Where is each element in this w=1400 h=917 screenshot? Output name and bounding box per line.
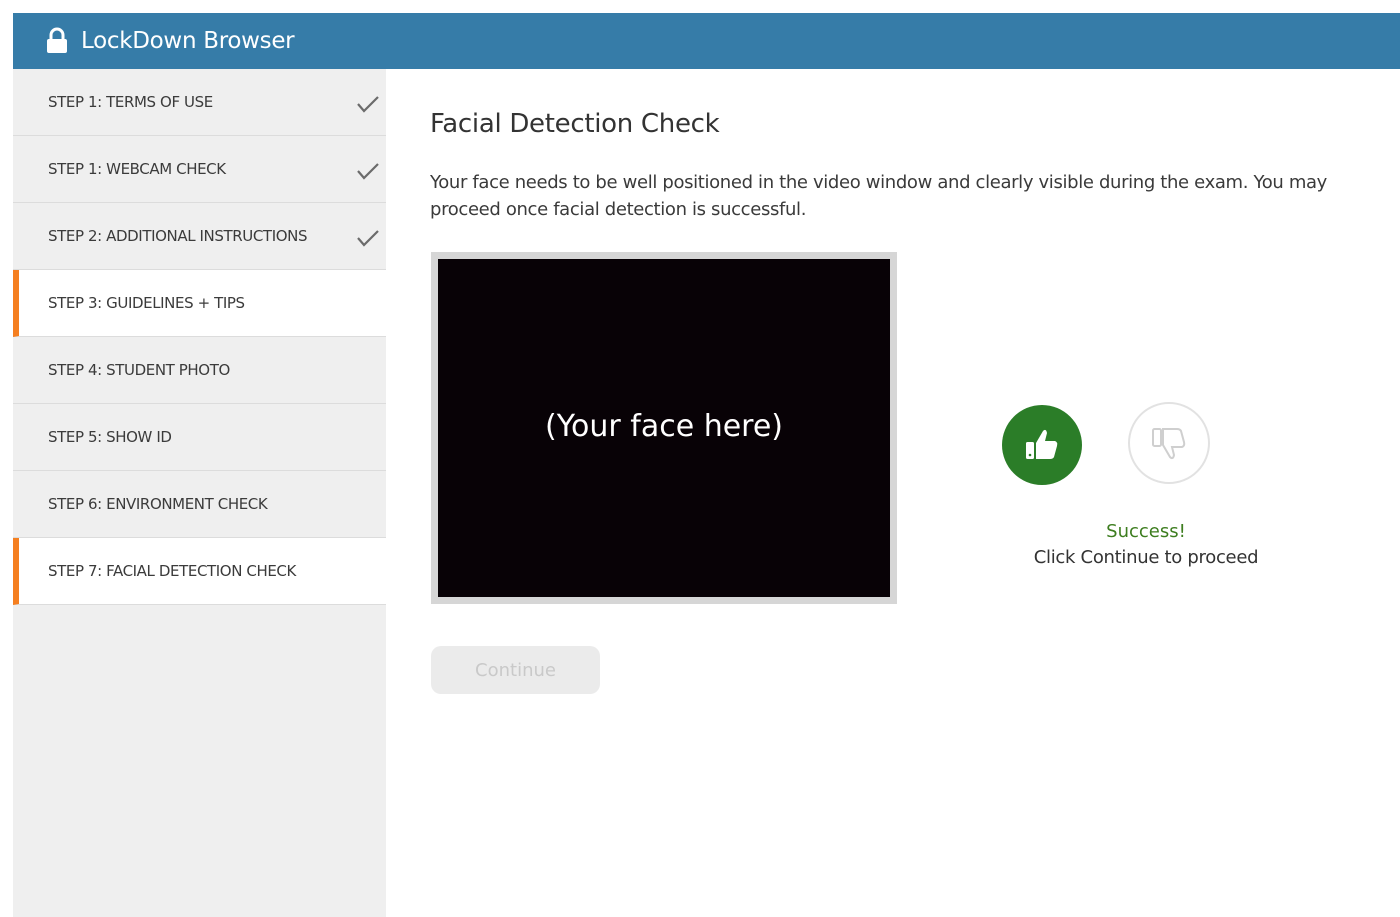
thumbs-up-button[interactable] xyxy=(1002,405,1082,485)
step-label: STEP 1: TERMS OF USE xyxy=(48,93,213,111)
sidebar-item-additional-instructions[interactable]: STEP 2: ADDITIONAL INSTRUCTIONS xyxy=(13,203,386,270)
step-label: STEP 1: WEBCAM CHECK xyxy=(48,160,226,178)
sidebar-item-show-id[interactable]: STEP 5: SHOW ID xyxy=(13,404,386,471)
webcam-video-frame: (Your face here) xyxy=(431,252,897,604)
webcam-video: (Your face here) xyxy=(438,259,890,597)
step-label: STEP 7: FACIAL DETECTION CHECK xyxy=(48,562,296,580)
continue-button[interactable]: Continue xyxy=(431,646,600,694)
main-content: Facial Detection Check Your face needs t… xyxy=(386,69,1400,917)
sidebar-item-terms-of-use[interactable]: STEP 1: TERMS OF USE xyxy=(13,69,386,136)
checkmark-icon xyxy=(357,230,379,247)
detection-status: Success! Click Continue to proceed xyxy=(1006,519,1286,571)
video-placeholder-text: (Your face here) xyxy=(544,408,784,444)
page-title: Facial Detection Check xyxy=(430,109,720,139)
thumbs-up-icon xyxy=(1026,429,1058,459)
app-title: LockDown Browser xyxy=(81,28,295,54)
step-label: STEP 5: SHOW ID xyxy=(48,428,172,446)
step-label: STEP 3: GUIDELINES + TIPS xyxy=(48,294,245,312)
lockdown-browser-window: LockDown Browser STEP 1: TERMS OF USE ST… xyxy=(13,13,1400,917)
thumbs-down-button[interactable] xyxy=(1128,402,1210,484)
status-message-text: Click Continue to proceed xyxy=(1033,547,1259,568)
sidebar-item-webcam-check[interactable]: STEP 1: WEBCAM CHECK xyxy=(13,136,386,203)
steps-sidebar: STEP 1: TERMS OF USE STEP 1: WEBCAM CHEC… xyxy=(13,69,386,917)
instructions-text: Your face needs to be well positioned in… xyxy=(430,172,1327,220)
checkmark-icon xyxy=(357,163,379,180)
sidebar-item-guidelines-tips[interactable]: STEP 3: GUIDELINES + TIPS xyxy=(13,270,386,337)
sidebar-item-environment-check[interactable]: STEP 6: ENVIRONMENT CHECK xyxy=(13,471,386,538)
checkmark-icon xyxy=(357,96,379,113)
sidebar-item-student-photo[interactable]: STEP 4: STUDENT PHOTO xyxy=(13,337,386,404)
thumbs-down-icon xyxy=(1152,428,1186,460)
step-label: STEP 4: STUDENT PHOTO xyxy=(48,361,230,379)
step-label: STEP 6: ENVIRONMENT CHECK xyxy=(48,495,268,513)
lock-icon xyxy=(45,27,69,55)
step-label: STEP 2: ADDITIONAL INSTRUCTIONS xyxy=(48,227,308,245)
app-header: LockDown Browser xyxy=(13,13,1400,69)
status-success-text: Success! xyxy=(1106,521,1186,542)
sidebar-item-facial-detection-check[interactable]: STEP 7: FACIAL DETECTION CHECK xyxy=(13,538,386,605)
